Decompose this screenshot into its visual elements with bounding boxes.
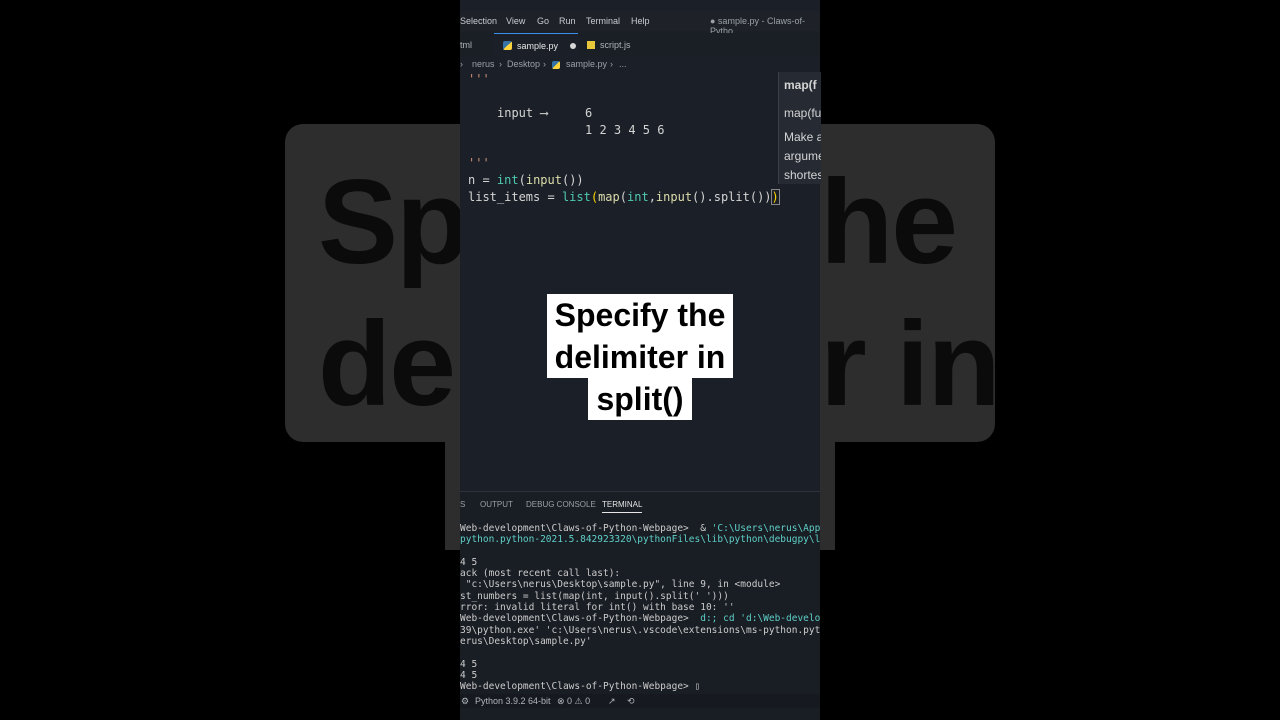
terminal-line: 4 5 bbox=[460, 658, 478, 670]
tooltip-line: map(fu bbox=[784, 106, 821, 120]
tab-problems[interactable]: S bbox=[460, 500, 465, 509]
tab-terminal[interactable]: TERMINAL bbox=[602, 500, 643, 513]
tab-label: script.js bbox=[600, 40, 631, 50]
menu-selection[interactable]: Selection bbox=[460, 16, 497, 26]
live-share-icon[interactable]: ↗ bbox=[608, 696, 616, 707]
tab-script-js[interactable]: script.js bbox=[578, 33, 662, 57]
tab-label: tml bbox=[460, 40, 472, 50]
menu-bar: Selection View Go Run Terminal Help ● sa… bbox=[460, 11, 820, 36]
caption-line-2: delimiter in bbox=[546, 336, 734, 378]
terminal-line: python.python-2021.5.842923320\pythonFil… bbox=[460, 534, 820, 546]
code-line-list-items: list_items = list(map(int,input().split(… bbox=[468, 189, 780, 205]
status-bar: ⚙ Python 3.9.2 64-bit ⊗ 0 ⚠ 0 ↗ ⟲ bbox=[460, 694, 820, 708]
problems-count[interactable]: ⊗ 0 ⚠ 0 bbox=[557, 696, 590, 707]
menu-go[interactable]: Go bbox=[537, 16, 549, 26]
terminal-line: Web-development\Claws-of-Python-Webpage>… bbox=[460, 613, 820, 625]
terminal-line: 39\python.exe' 'c:\Users\nerus\.vscode\e… bbox=[460, 624, 820, 636]
caption-line-1: Specify the bbox=[546, 294, 734, 336]
breadcrumb-separator: › bbox=[499, 59, 502, 69]
terminal-line: 4 5 bbox=[460, 669, 478, 681]
sync-icon[interactable]: ⟲ bbox=[627, 696, 635, 707]
tooltip-line: shortes bbox=[784, 168, 821, 182]
tooltip-line: argume bbox=[784, 149, 821, 163]
docstring-input-values: 1 2 3 4 5 6 bbox=[585, 123, 665, 137]
breadcrumb-separator: › bbox=[610, 59, 613, 69]
menu-view[interactable]: View bbox=[506, 16, 525, 26]
tab-output[interactable]: OUTPUT bbox=[480, 500, 513, 509]
background-text-3: he bbox=[820, 155, 958, 289]
bottom-panel: S OUTPUT DEBUG CONSOLE TERMINAL Web-deve… bbox=[460, 491, 820, 720]
terminal-line: erus\Desktop\sample.py' bbox=[460, 635, 592, 647]
terminal-output[interactable]: Web-development\Claws-of-Python-Webpage>… bbox=[460, 523, 820, 692]
python-interpreter-icon: ⚙ bbox=[461, 696, 470, 706]
terminal-line: 4 5 bbox=[460, 556, 478, 568]
tab-debug-console[interactable]: DEBUG CONSOLE bbox=[526, 500, 596, 509]
python-file-icon bbox=[503, 41, 512, 50]
tab-sample-py[interactable]: sample.py bbox=[494, 33, 578, 57]
background-text-1: Sp bbox=[318, 155, 469, 289]
unsaved-dot-icon[interactable] bbox=[570, 42, 577, 49]
breadcrumb-separator: › bbox=[543, 59, 546, 69]
code-line-n: n = int(input()) bbox=[468, 173, 584, 187]
menu-run[interactable]: Run bbox=[559, 16, 576, 26]
background-text-4: r in bbox=[820, 297, 1001, 431]
background-text-2: de bbox=[318, 297, 456, 431]
breadcrumb-sample-py[interactable]: sample.py bbox=[566, 59, 607, 69]
breadcrumb-more[interactable]: ... bbox=[619, 59, 627, 69]
terminal-line: st_numbers = list(map(int, input().split… bbox=[460, 590, 729, 602]
terminal-prompt: Web-development\Claws-of-Python-Webpage>… bbox=[460, 681, 701, 693]
caption-line-3: split() bbox=[588, 378, 692, 420]
breadcrumb-nerus[interactable]: nerus bbox=[472, 59, 495, 69]
docstring-open: ''' bbox=[468, 72, 490, 86]
editor-tabs: tml sample.py script.js bbox=[460, 33, 820, 57]
docstring-input-line: input ⟶ bbox=[497, 106, 548, 120]
tab-html[interactable]: tml bbox=[460, 33, 494, 57]
menu-terminal[interactable]: Terminal bbox=[586, 16, 620, 26]
signature-help-tooltip: map(f map(fu Make a argume shortes bbox=[778, 72, 821, 184]
docstring-input-n: 6 bbox=[585, 106, 593, 120]
breadcrumb-desktop[interactable]: Desktop bbox=[507, 59, 540, 69]
tooltip-line: Make a bbox=[784, 130, 821, 144]
vscode-window: Selection View Go Run Terminal Help ● sa… bbox=[460, 0, 820, 720]
python-interpreter[interactable]: Python 3.9.2 64-bit bbox=[475, 696, 551, 706]
javascript-file-icon bbox=[587, 41, 595, 49]
python-file-icon bbox=[552, 61, 560, 69]
video-caption: Specify the delimiter in split() bbox=[540, 294, 740, 420]
breadcrumb-separator: › bbox=[460, 59, 463, 69]
docstring-close: ''' bbox=[468, 156, 490, 170]
terminal-line: ack (most recent call last): bbox=[460, 568, 621, 580]
terminal-line: rror: invalid literal for int() with bas… bbox=[460, 602, 735, 614]
menu-help[interactable]: Help bbox=[631, 16, 650, 26]
terminal-line: Web-development\Claws-of-Python-Webpage>… bbox=[460, 523, 820, 534]
tooltip-signature: map(f bbox=[784, 78, 817, 92]
terminal-line: "c:\Users\nerus\Desktop\sample.py", line… bbox=[460, 579, 781, 591]
tab-label: sample.py bbox=[517, 40, 559, 51]
